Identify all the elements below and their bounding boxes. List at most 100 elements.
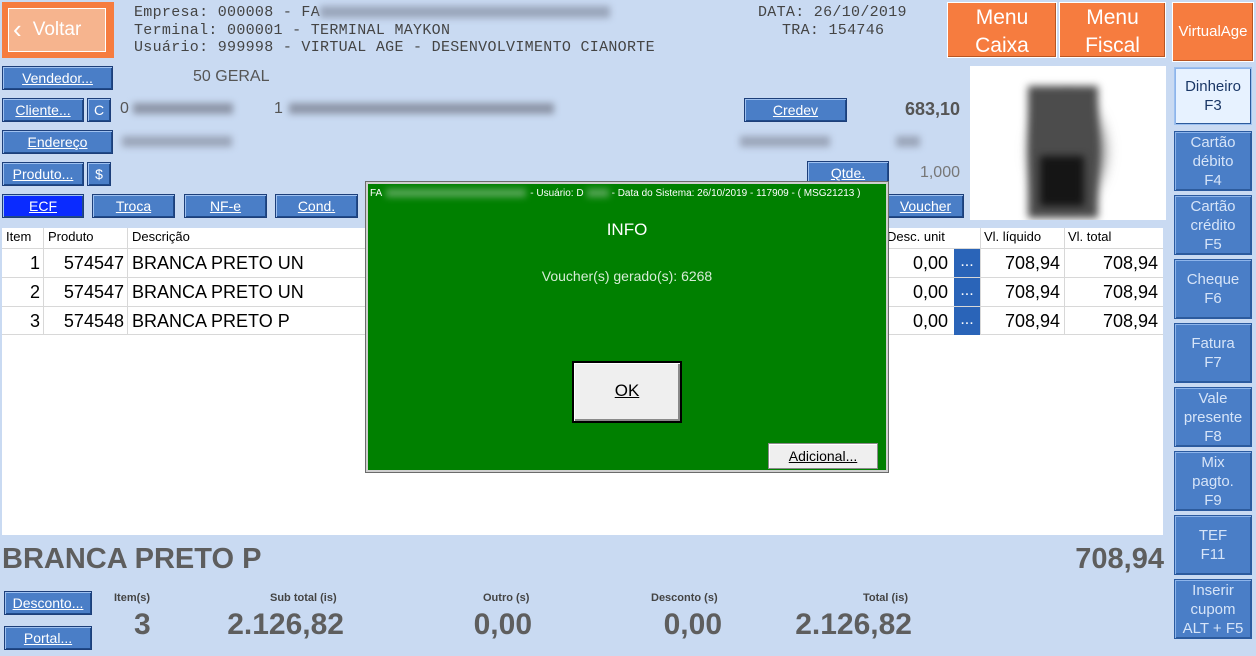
voucher-button[interactable]: Voucher bbox=[887, 194, 964, 218]
cliente-name: 1 bbox=[274, 100, 554, 118]
nfe-button[interactable]: NF-e bbox=[184, 194, 267, 218]
produto-price-button[interactable]: $ bbox=[87, 162, 111, 186]
cliente-button[interactable]: Cliente... bbox=[2, 98, 84, 122]
payment-label: Fatura F7 bbox=[1191, 335, 1235, 371]
current-item-name: BRANCA PRETO P bbox=[2, 543, 262, 575]
dialog-user-redacted bbox=[586, 189, 609, 198]
cell-vl-total: 708,94 bbox=[1102, 253, 1158, 273]
dialog-title-redacted bbox=[386, 189, 527, 198]
payment-dinheiro-button[interactable]: Dinheiro F3 bbox=[1174, 67, 1252, 125]
date-text: DATA: 26/10/2019 bbox=[758, 4, 907, 21]
portal-button[interactable]: Portal... bbox=[4, 626, 92, 650]
vendedor-value: 50 GERAL bbox=[193, 68, 270, 85]
current-item-value: 708,94 bbox=[1075, 543, 1164, 575]
credev-button[interactable]: Credev bbox=[744, 98, 847, 122]
menu-caixa-button[interactable]: Menu Caixa bbox=[947, 2, 1057, 58]
payment-vale-presente-button[interactable]: Vale presente F8 bbox=[1174, 387, 1252, 447]
credev-value: 683,10 bbox=[904, 99, 960, 119]
desconto-button[interactable]: Desconto... bbox=[4, 591, 92, 615]
pdv-screen: { "header": { "back_label": "Voltar", "e… bbox=[0, 0, 1256, 656]
cliente-code-redacted bbox=[132, 103, 233, 115]
back-button-frame[interactable]: ‹ Voltar bbox=[2, 2, 114, 58]
payment-label: Inserir cupom ALT + F5 bbox=[1182, 581, 1244, 637]
cell-item: 1 bbox=[29, 253, 40, 273]
desconto-label: Desconto (s) bbox=[651, 592, 718, 604]
produto-button[interactable]: Produto... bbox=[2, 162, 84, 186]
payment-inserir-cupom-button[interactable]: Inserir cupom ALT + F5 bbox=[1174, 579, 1252, 639]
subtotal-label: Sub total (is) bbox=[270, 592, 337, 604]
company-line: Empresa: 000008 - FA bbox=[134, 4, 611, 22]
row-details-button[interactable]: ... bbox=[954, 249, 980, 277]
outro-value: 0,00 bbox=[473, 608, 532, 641]
user-line: Usuário: 999998 - VIRTUAL AGE - DESENVOL… bbox=[134, 39, 655, 56]
cell-item: 3 bbox=[29, 311, 40, 331]
empresa-text: Empresa: 000008 - FA bbox=[134, 4, 321, 21]
payment-credito-button[interactable]: Cartão crédito F5 bbox=[1174, 195, 1252, 255]
dialog-message: Voucher(s) gerado(s): 6268 bbox=[541, 268, 713, 284]
cell-desc-unit: 0,00 bbox=[912, 253, 948, 273]
product-thumbnail bbox=[970, 66, 1166, 220]
row-details-button[interactable]: ... bbox=[954, 278, 980, 306]
qtde-value: 1,000 bbox=[919, 164, 960, 181]
troca-button[interactable]: Troca bbox=[92, 194, 175, 218]
endereco-button[interactable]: Endereço bbox=[2, 130, 113, 154]
adicional-button[interactable]: Adicional... bbox=[768, 443, 878, 469]
column-header-desc-unit: Desc. unit bbox=[887, 228, 945, 248]
cliente-name-redacted bbox=[288, 103, 554, 115]
cell-produto: 574547 bbox=[63, 282, 124, 302]
info-dialog: FA - Usuário: D- Data do Sistema: 26/10/2… bbox=[366, 182, 888, 472]
payment-label: Mix pagto. F9 bbox=[1192, 453, 1234, 509]
cell-descricao: BRANCA PRETO UN bbox=[132, 282, 304, 302]
outro-label: Outro (s) bbox=[483, 592, 530, 604]
column-header-descricao: Descrição bbox=[132, 228, 190, 248]
payment-cheque-button[interactable]: Cheque F6 bbox=[1174, 259, 1252, 319]
grid-separator bbox=[43, 228, 44, 335]
cell-vl-total: 708,94 bbox=[1102, 282, 1158, 302]
tra-text: TRA: 154746 bbox=[782, 22, 885, 39]
cell-item: 2 bbox=[29, 282, 40, 302]
payment-debito-button[interactable]: Cartão débito F4 bbox=[1174, 131, 1252, 191]
payment-mix-button[interactable]: Mix pagto. F9 bbox=[1174, 451, 1252, 511]
endereco-extra-redacted bbox=[740, 136, 830, 147]
cliente-code: 0 bbox=[120, 100, 233, 118]
cond-button[interactable]: Cond. bbox=[275, 194, 358, 218]
ecf-button[interactable]: ECF bbox=[2, 194, 84, 218]
cell-vl-liquido: 708,94 bbox=[1004, 253, 1060, 273]
vendedor-button[interactable]: Vendedor... bbox=[2, 66, 113, 90]
chevron-left-icon: ‹ bbox=[13, 14, 22, 44]
virtualage-button[interactable]: VirtualAge bbox=[1172, 2, 1254, 62]
menu-fiscal-button[interactable]: Menu Fiscal bbox=[1059, 2, 1166, 58]
column-header-produto: Produto bbox=[48, 228, 94, 248]
cliente-c-button[interactable]: C bbox=[87, 98, 111, 122]
column-header-vl-liquido: Vl. líquido bbox=[984, 228, 1042, 248]
cell-descricao: BRANCA PRETO UN bbox=[132, 253, 304, 273]
ok-button[interactable]: OK bbox=[572, 361, 682, 423]
payment-fatura-button[interactable]: Fatura F7 bbox=[1174, 323, 1252, 383]
empresa-redacted bbox=[320, 6, 611, 19]
grid-separator bbox=[1064, 228, 1065, 335]
product-thumbnail-shadow bbox=[1040, 156, 1084, 206]
itens-value: 3 bbox=[134, 608, 151, 641]
grid-separator bbox=[127, 228, 128, 335]
cell-vl-total: 708,94 bbox=[1102, 311, 1158, 331]
row-details-button[interactable]: ... bbox=[954, 307, 980, 335]
dialog-title-bar: FA - Usuário: D- Data do Sistema: 26/10/2… bbox=[370, 188, 861, 199]
payment-tef-button[interactable]: TEF F11 bbox=[1174, 515, 1252, 575]
back-label: Voltar bbox=[32, 19, 82, 40]
payment-label: Cartão débito F4 bbox=[1190, 133, 1236, 189]
column-header-item: Item bbox=[6, 228, 32, 248]
desconto-value: 0,00 bbox=[663, 608, 722, 641]
cell-produto: 574548 bbox=[63, 311, 124, 331]
total-value: 2.126,82 bbox=[795, 608, 912, 641]
endereco-redacted bbox=[122, 136, 232, 147]
back-button[interactable]: ‹ Voltar bbox=[8, 8, 106, 52]
payment-label: TEF F11 bbox=[1198, 527, 1228, 563]
cell-produto: 574547 bbox=[63, 253, 124, 273]
payment-label: Cheque F6 bbox=[1186, 271, 1240, 307]
endereco-num-redacted bbox=[896, 136, 920, 147]
cell-vl-liquido: 708,94 bbox=[1004, 311, 1060, 331]
total-label: Total (is) bbox=[863, 592, 909, 604]
subtotal-value: 2.126,82 bbox=[227, 608, 344, 641]
dialog-heading: INFO bbox=[606, 220, 648, 239]
payment-label: Dinheiro F3 bbox=[1185, 78, 1241, 114]
